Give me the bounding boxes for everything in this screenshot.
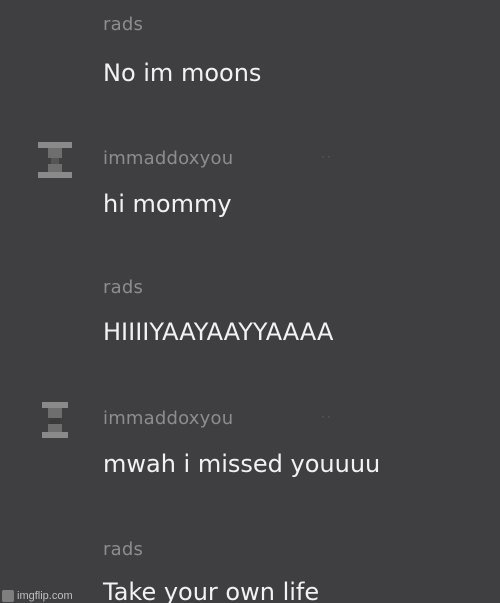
message-timestamp-dots: ··	[321, 410, 333, 424]
imgflip-watermark: imgflip.com	[2, 590, 73, 602]
message-text: hi mommy	[103, 190, 232, 218]
message-text: mwah i missed youuuu	[103, 450, 381, 478]
message-username[interactable]: rads	[103, 539, 143, 561]
message-text: HIIIIYAAYAAYYAAAA	[103, 318, 334, 346]
message-timestamp-dots: ··	[321, 150, 333, 164]
message-username[interactable]: rads	[103, 277, 143, 299]
imgflip-logo-icon	[2, 590, 14, 602]
chat-screen: rads No im moons immaddoxyou ·· hi mommy…	[0, 0, 500, 603]
watermark-text: imgflip.com	[17, 590, 73, 602]
avatar-icon[interactable]	[38, 140, 72, 180]
message-username[interactable]: rads	[103, 14, 143, 36]
avatar-icon[interactable]	[38, 400, 72, 440]
message-text: Take your own life	[103, 578, 320, 603]
message-text: No im moons	[103, 59, 262, 87]
message-username[interactable]: immaddoxyou	[103, 148, 233, 170]
message-username[interactable]: immaddoxyou	[103, 408, 233, 430]
